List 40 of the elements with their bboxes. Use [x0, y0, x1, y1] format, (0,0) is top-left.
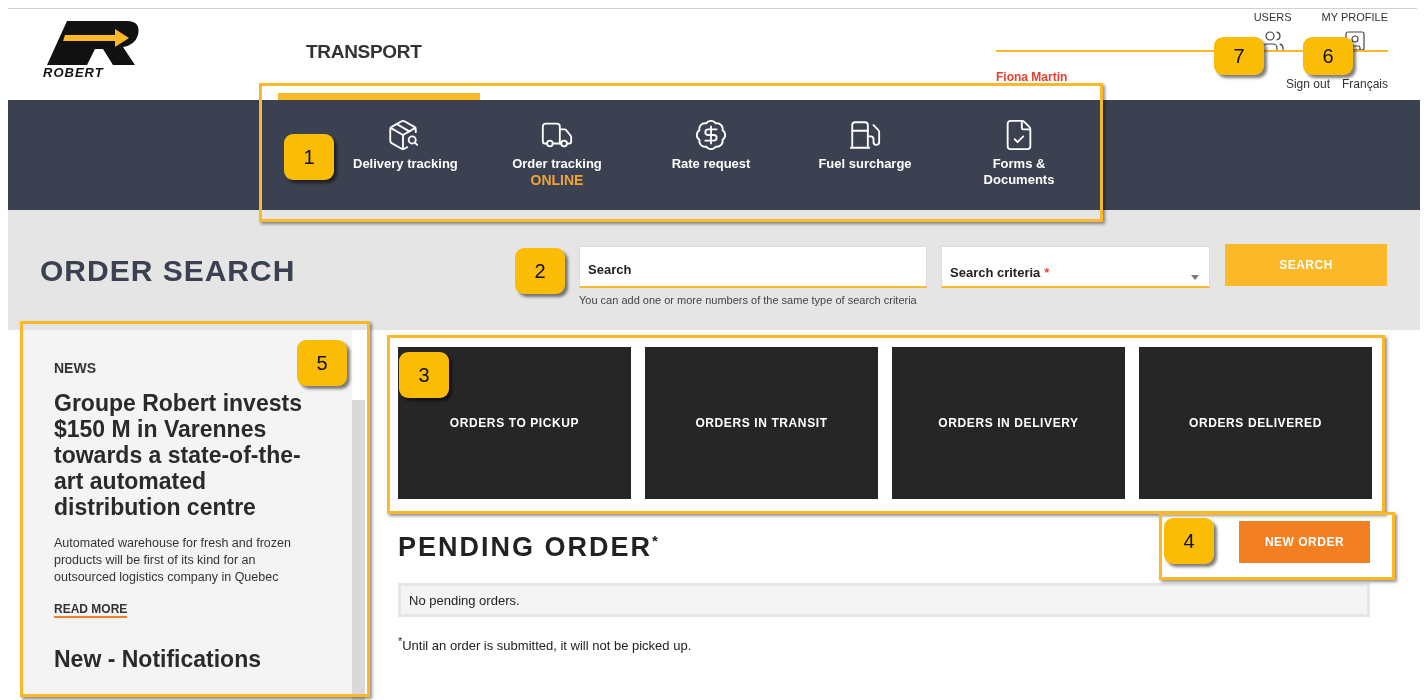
section-heading: PENDING ORDER$^{*}$ — [398, 532, 660, 563]
caret-icon — [1191, 275, 1199, 280]
box-search-icon — [386, 118, 420, 152]
language-link[interactable]: Français — [1342, 77, 1388, 91]
search-hint: You can add one or more numbers of the same type of search criteria — [579, 294, 918, 306]
footnote: $^{*}$Until an order is submitted, it will not be picked up. — [398, 635, 693, 654]
callout-number: 6 — [1303, 37, 1353, 75]
header-link[interactable]: USERS — [1253, 11, 1292, 23]
nav-subtitle: ONLINE — [530, 172, 584, 188]
news-headline[interactable]: Groupe Robert invests $150 M in Varennes towards a state-of-the-art automated distribution centre — [54, 390, 329, 520]
callout-number: 5 — [297, 340, 347, 386]
nav-link[interactable]: Forms & Documents — [969, 156, 1069, 188]
empty-message: No pending orders. — [398, 583, 1370, 617]
logo-text: ROBERT — [43, 65, 104, 80]
callout-number: 3 — [399, 352, 449, 398]
news-label: NEWS — [54, 360, 96, 376]
news-summary: Automated warehouse for fresh and frozen products will be first of its kind for an outsourced logistics company in Quebec — [54, 535, 292, 586]
order-status-tile[interactable]: ORDERS IN DELIVERY — [892, 347, 1125, 499]
search-field[interactable]: Search — [579, 246, 927, 288]
r-logo-icon — [45, 21, 141, 65]
scrollbar[interactable] — [352, 400, 365, 700]
page-title: ORDER SEARCH — [40, 254, 296, 288]
news-headline[interactable]: New - Notifications — [54, 646, 352, 673]
dollar-icon — [694, 118, 728, 152]
callout-number: 7 — [1214, 37, 1264, 75]
sign-out-link[interactable]: Sign out — [1285, 77, 1330, 91]
read-more-link[interactable]: READ MORE — [54, 602, 128, 618]
nav-link[interactable]: Fuel surcharge — [818, 156, 912, 172]
callout-number: 4 — [1164, 518, 1214, 564]
section-title: TRANSPORT — [305, 40, 423, 64]
callout-number: 2 — [515, 248, 565, 294]
fuel-pump-icon — [848, 118, 882, 152]
nav-link[interactable]: Order tracking — [512, 156, 602, 172]
criteria-dropdown[interactable]: Search criteria * — [941, 246, 1210, 288]
nav-link[interactable]: Rate request — [671, 156, 751, 172]
order-status-tile[interactable]: ORDERS DELIVERED — [1139, 347, 1372, 499]
header-link[interactable]: MY PROFILE — [1321, 11, 1388, 23]
order-status-tile[interactable]: ORDERS IN TRANSIT — [645, 347, 878, 499]
callout-number: 1 — [284, 134, 334, 180]
user-name: Fiona Martin — [996, 70, 1068, 84]
